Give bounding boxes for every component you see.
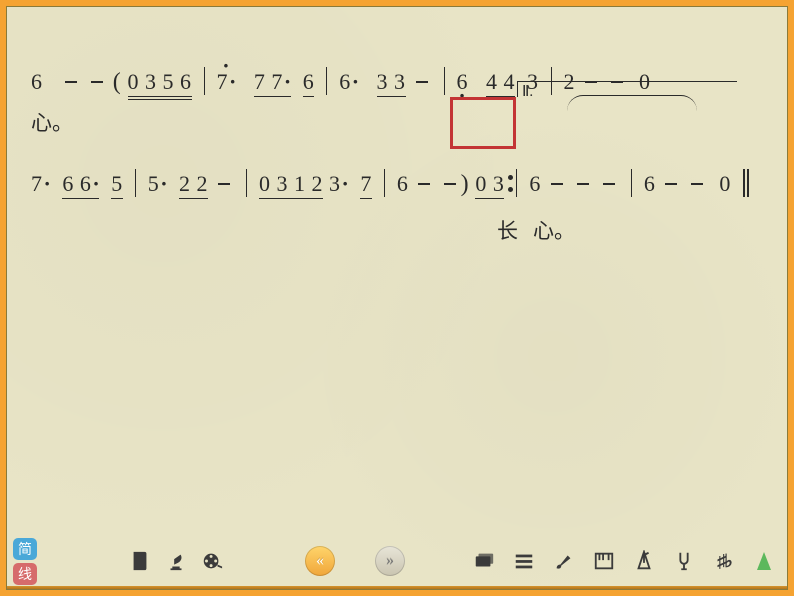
phrase-open-paren: ( bbox=[113, 69, 122, 96]
note: 0 bbox=[475, 171, 487, 197]
volta-2-label: Ⅱ. bbox=[522, 82, 533, 101]
music-line-2: 7 6 6 5 5 2 2 0 3 1 2 3 7 6 bbox=[31, 169, 767, 203]
bottom-toolbar: « » ♯♭ bbox=[11, 537, 783, 585]
barline bbox=[444, 67, 445, 95]
barline bbox=[135, 169, 136, 197]
note: 1 bbox=[294, 171, 306, 197]
rest-dash bbox=[418, 183, 430, 185]
note: 6 bbox=[62, 171, 74, 197]
note-dotted: 7 bbox=[271, 69, 290, 95]
note: 4 bbox=[486, 69, 498, 95]
note: 0 bbox=[128, 69, 140, 95]
sharp-flat-icon[interactable]: ♯♭ bbox=[711, 548, 737, 574]
note: 6 bbox=[180, 69, 192, 95]
note-octave-down-dotted: 6 bbox=[457, 69, 469, 95]
up-arrow-icon[interactable] bbox=[751, 548, 777, 574]
note: 5 bbox=[111, 171, 123, 197]
beamed-group: 0 3 bbox=[475, 171, 504, 197]
note-dotted: 6 bbox=[339, 69, 358, 95]
rest-dash bbox=[665, 183, 677, 185]
note: 3 bbox=[493, 171, 505, 197]
note-dotted: 5 bbox=[148, 171, 167, 197]
beamed-group: 0 3 1 2 bbox=[259, 171, 323, 197]
list-icon[interactable] bbox=[511, 548, 537, 574]
rest-dash bbox=[551, 183, 563, 185]
music-sheet: Ⅰ. 3 6 ( 0 3 5 6 7 7 7 6 bbox=[7, 7, 787, 287]
note-dotted: 6 bbox=[80, 171, 99, 197]
tuning-fork-icon[interactable] bbox=[671, 548, 697, 574]
rest-dash bbox=[444, 183, 456, 185]
brush-icon[interactable] bbox=[551, 548, 577, 574]
gramophone-icon[interactable] bbox=[163, 548, 189, 574]
barline bbox=[631, 169, 632, 197]
next-glyph: » bbox=[386, 552, 394, 570]
barline bbox=[204, 67, 205, 95]
rest-dash bbox=[416, 81, 428, 83]
beamed-group: 2 2 bbox=[179, 171, 208, 197]
rest-dash bbox=[603, 183, 615, 185]
prev-glyph: « bbox=[316, 552, 324, 570]
note: 2 bbox=[197, 171, 209, 197]
note: 6 bbox=[303, 69, 315, 95]
card-stack-icon[interactable] bbox=[471, 548, 497, 574]
beamed-group: 7 7 bbox=[254, 69, 291, 95]
bottom-border bbox=[7, 586, 787, 589]
barline bbox=[246, 169, 247, 197]
note: 6 bbox=[529, 171, 541, 197]
note: 5 bbox=[163, 69, 175, 95]
note: 3 bbox=[145, 69, 157, 95]
note: 3 bbox=[377, 69, 389, 95]
toolbar-right-group: ♯♭ bbox=[471, 548, 777, 574]
note: 2 bbox=[179, 171, 191, 197]
rest-dash bbox=[691, 183, 703, 185]
prev-page-button[interactable]: « bbox=[305, 546, 335, 576]
rest-dash bbox=[91, 81, 103, 83]
note: 6 bbox=[31, 69, 43, 95]
beamed-group: 3 3 bbox=[377, 69, 406, 95]
note: 6 bbox=[397, 171, 409, 197]
rest-dash bbox=[577, 183, 589, 185]
lyric-text: 长 bbox=[497, 215, 518, 245]
note-octave-up-dotted: 7 bbox=[217, 69, 236, 95]
barline bbox=[384, 169, 385, 197]
rest-dash bbox=[218, 183, 230, 185]
app-frame: Ⅰ. 3 6 ( 0 3 5 6 7 7 7 6 bbox=[6, 6, 788, 590]
metronome-icon[interactable] bbox=[631, 548, 657, 574]
note: 2 bbox=[312, 171, 324, 197]
lyric-text: 心。 bbox=[31, 107, 73, 137]
highlight-box bbox=[450, 97, 516, 149]
phrase-close-paren: ) bbox=[460, 171, 469, 198]
piano-icon[interactable] bbox=[591, 548, 617, 574]
note: 0 bbox=[259, 171, 271, 197]
note: 3 bbox=[394, 69, 406, 95]
repeat-barline bbox=[516, 169, 517, 197]
notebook-icon[interactable] bbox=[127, 548, 153, 574]
beamed-group: 6 6 bbox=[62, 171, 99, 197]
note: 6 bbox=[644, 171, 656, 197]
lyric-text: 心。 bbox=[533, 215, 575, 245]
note: 3 bbox=[277, 171, 289, 197]
barline bbox=[326, 67, 327, 95]
film-reel-icon[interactable] bbox=[199, 548, 225, 574]
note-dotted: 7 bbox=[31, 171, 50, 197]
final-barline bbox=[743, 169, 745, 197]
beamed-group: 0 3 5 6 bbox=[128, 69, 192, 95]
lyric-line-2: 长 心。 bbox=[31, 215, 767, 241]
note: 4 bbox=[504, 69, 516, 95]
note: 7 bbox=[360, 171, 372, 197]
note: 7 bbox=[254, 69, 266, 95]
tie-arc-2 bbox=[567, 95, 697, 111]
beamed-group: 4 4 bbox=[486, 69, 515, 95]
next-page-button[interactable]: » bbox=[375, 546, 405, 576]
rest-dash bbox=[65, 81, 77, 83]
note: 0 bbox=[719, 171, 731, 197]
note-dotted: 3 bbox=[329, 171, 348, 197]
